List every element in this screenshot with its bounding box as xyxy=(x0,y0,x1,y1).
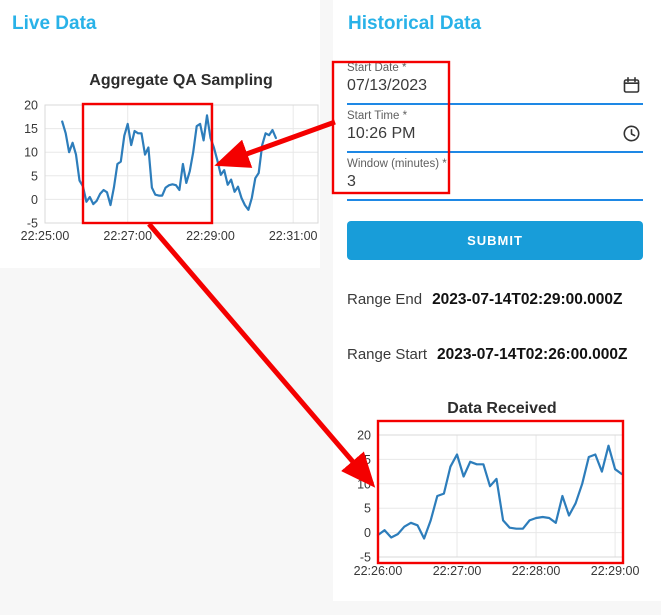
svg-text:22:28:00: 22:28:00 xyxy=(512,564,561,578)
start-time-input[interactable]: 10:26 PM xyxy=(347,125,415,143)
clock-icon[interactable] xyxy=(622,124,641,143)
historical-data-heading: Historical Data xyxy=(348,13,482,34)
range-end-row: Range End 2023-07-14T02:29:00.000Z xyxy=(347,291,623,309)
svg-text:22:27:00: 22:27:00 xyxy=(103,229,152,243)
svg-text:10: 10 xyxy=(357,477,371,491)
range-end-label: Range End xyxy=(347,291,423,308)
svg-text:22:27:00: 22:27:00 xyxy=(433,564,482,578)
range-end-value: 2023-07-14T02:29:00.000Z xyxy=(432,291,623,308)
window-minutes-label: Window (minutes) * xyxy=(347,158,447,170)
svg-text:22:25:00: 22:25:00 xyxy=(21,229,70,243)
historical-data-panel: Historical Data Start Date * 07/13/2023 … xyxy=(333,0,661,601)
svg-text:20: 20 xyxy=(357,429,371,443)
live-data-panel: Live Data Aggregate QA Sampling 20 15 10 5 0… xyxy=(0,0,320,268)
svg-text:0: 0 xyxy=(364,526,371,540)
start-time-label: Start Time * xyxy=(347,110,408,122)
svg-text:20: 20 xyxy=(24,99,38,113)
start-date-label: Start Date * xyxy=(347,62,407,74)
data-received-chart: 20 15 10 5 0 -522:26:00 22:27:00 22:28:00 22:29:… xyxy=(354,429,640,579)
range-start-value: 2023-07-14T02:26:00.000Z xyxy=(437,346,628,363)
svg-text:22:29:00: 22:29:00 xyxy=(591,564,640,578)
submit-button[interactable]: SUBMIT xyxy=(347,221,643,260)
svg-text:15: 15 xyxy=(24,122,38,136)
window-minutes-input[interactable]: 3 xyxy=(347,173,356,191)
calendar-icon[interactable] xyxy=(622,76,641,95)
svg-text:-5: -5 xyxy=(360,551,371,565)
svg-text:0: 0 xyxy=(31,193,38,207)
svg-text:22:29:00: 22:29:00 xyxy=(186,229,235,243)
svg-text:10: 10 xyxy=(24,146,38,160)
range-start-label: Range Start xyxy=(347,346,428,363)
svg-text:5: 5 xyxy=(364,502,371,516)
range-start-row: Range Start 2023-07-14T02:26:00.000Z xyxy=(347,346,627,364)
window-minutes-field[interactable]: Window (minutes) * 3 xyxy=(347,156,643,201)
aggregate-qa-chart: 20151050-522:25:00 22:27:00 22:29:00 22:31:… xyxy=(21,99,319,243)
start-date-field[interactable]: Start Date * 07/13/2023 xyxy=(347,60,643,105)
start-date-input[interactable]: 07/13/2023 xyxy=(347,77,427,95)
svg-text:22:31:00: 22:31:00 xyxy=(269,229,318,243)
live-data-heading: Live Data xyxy=(12,13,97,34)
svg-text:15: 15 xyxy=(357,453,371,467)
aggregate-qa-chart-title: Aggregate QA Sampling xyxy=(89,72,273,89)
svg-text:22:26:00: 22:26:00 xyxy=(354,564,403,578)
svg-text:5: 5 xyxy=(31,169,38,183)
start-time-field[interactable]: Start Time * 10:26 PM xyxy=(347,108,643,153)
